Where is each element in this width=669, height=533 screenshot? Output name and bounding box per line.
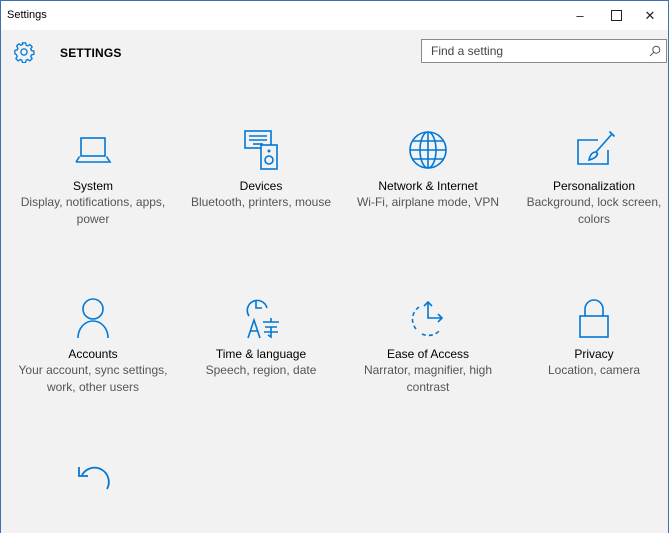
globe-icon	[409, 131, 447, 169]
category-network[interactable]: Network & Internet Wi-Fi, airplane mode,…	[348, 128, 508, 211]
category-title: Devices	[239, 179, 283, 193]
category-personalization[interactable]: Personalization Background, lock screen,…	[514, 128, 669, 228]
category-title: Time & language	[215, 347, 307, 361]
search-box	[421, 39, 667, 63]
minimize-icon: –	[576, 8, 584, 23]
devices-icon	[244, 130, 278, 170]
category-description: Wi-Fi, airplane mode, VPN	[356, 195, 500, 209]
maximize-button[interactable]	[598, 1, 634, 30]
lock-icon	[579, 299, 609, 338]
search-icon[interactable]	[649, 45, 661, 57]
title-bar: Settings – ✕	[1, 1, 668, 30]
laptop-icon	[75, 137, 112, 163]
gear-icon	[14, 42, 35, 63]
settings-header: SETTINGS	[1, 30, 668, 80]
maximize-icon	[610, 10, 622, 21]
category-accounts[interactable]: Accounts Your account, sync settings, wo…	[13, 296, 173, 396]
paintbrush-icon	[577, 130, 616, 165]
category-description: Narrator, magnifier, high contrast	[363, 363, 493, 394]
ease-of-access-icon	[411, 300, 444, 337]
category-title: System	[72, 179, 113, 193]
category-description: Background, lock screen, colors	[526, 195, 662, 226]
category-title: Accounts	[68, 347, 118, 361]
category-description: Display, notifications, apps, power	[20, 195, 166, 226]
category-description: Bluetooth, printers, mouse	[190, 195, 332, 209]
category-title: Network & Internet	[378, 179, 478, 193]
category-title: Privacy	[574, 347, 614, 361]
category-update-recovery[interactable]	[13, 461, 173, 501]
category-privacy[interactable]: Privacy Location, camera	[514, 296, 669, 379]
category-description: Your account, sync settings, work, other…	[18, 363, 168, 394]
category-time-language[interactable]: Time & language Speech, region, date	[181, 296, 341, 379]
time-language-icon	[246, 299, 279, 339]
category-ease-of-access[interactable]: Ease of Access Narrator, magnifier, high…	[348, 296, 508, 396]
page-title: SETTINGS	[60, 46, 122, 60]
minimize-button[interactable]: –	[562, 1, 598, 30]
person-icon	[77, 298, 109, 339]
search-input[interactable]	[422, 40, 642, 62]
close-button[interactable]: ✕	[632, 1, 668, 30]
category-title: Personalization	[552, 179, 636, 193]
category-devices[interactable]: Devices Bluetooth, printers, mouse	[181, 128, 341, 211]
settings-window: Settings – ✕ SETTINGS System	[0, 0, 669, 533]
category-description: Location, camera	[547, 363, 641, 377]
category-system[interactable]: System Display, notifications, apps, pow…	[13, 128, 173, 228]
window-title: Settings	[7, 9, 47, 21]
close-icon: ✕	[644, 7, 656, 23]
category-description: Speech, region, date	[205, 363, 317, 377]
update-recovery-icon	[78, 466, 110, 490]
category-title: Ease of Access	[386, 347, 470, 361]
